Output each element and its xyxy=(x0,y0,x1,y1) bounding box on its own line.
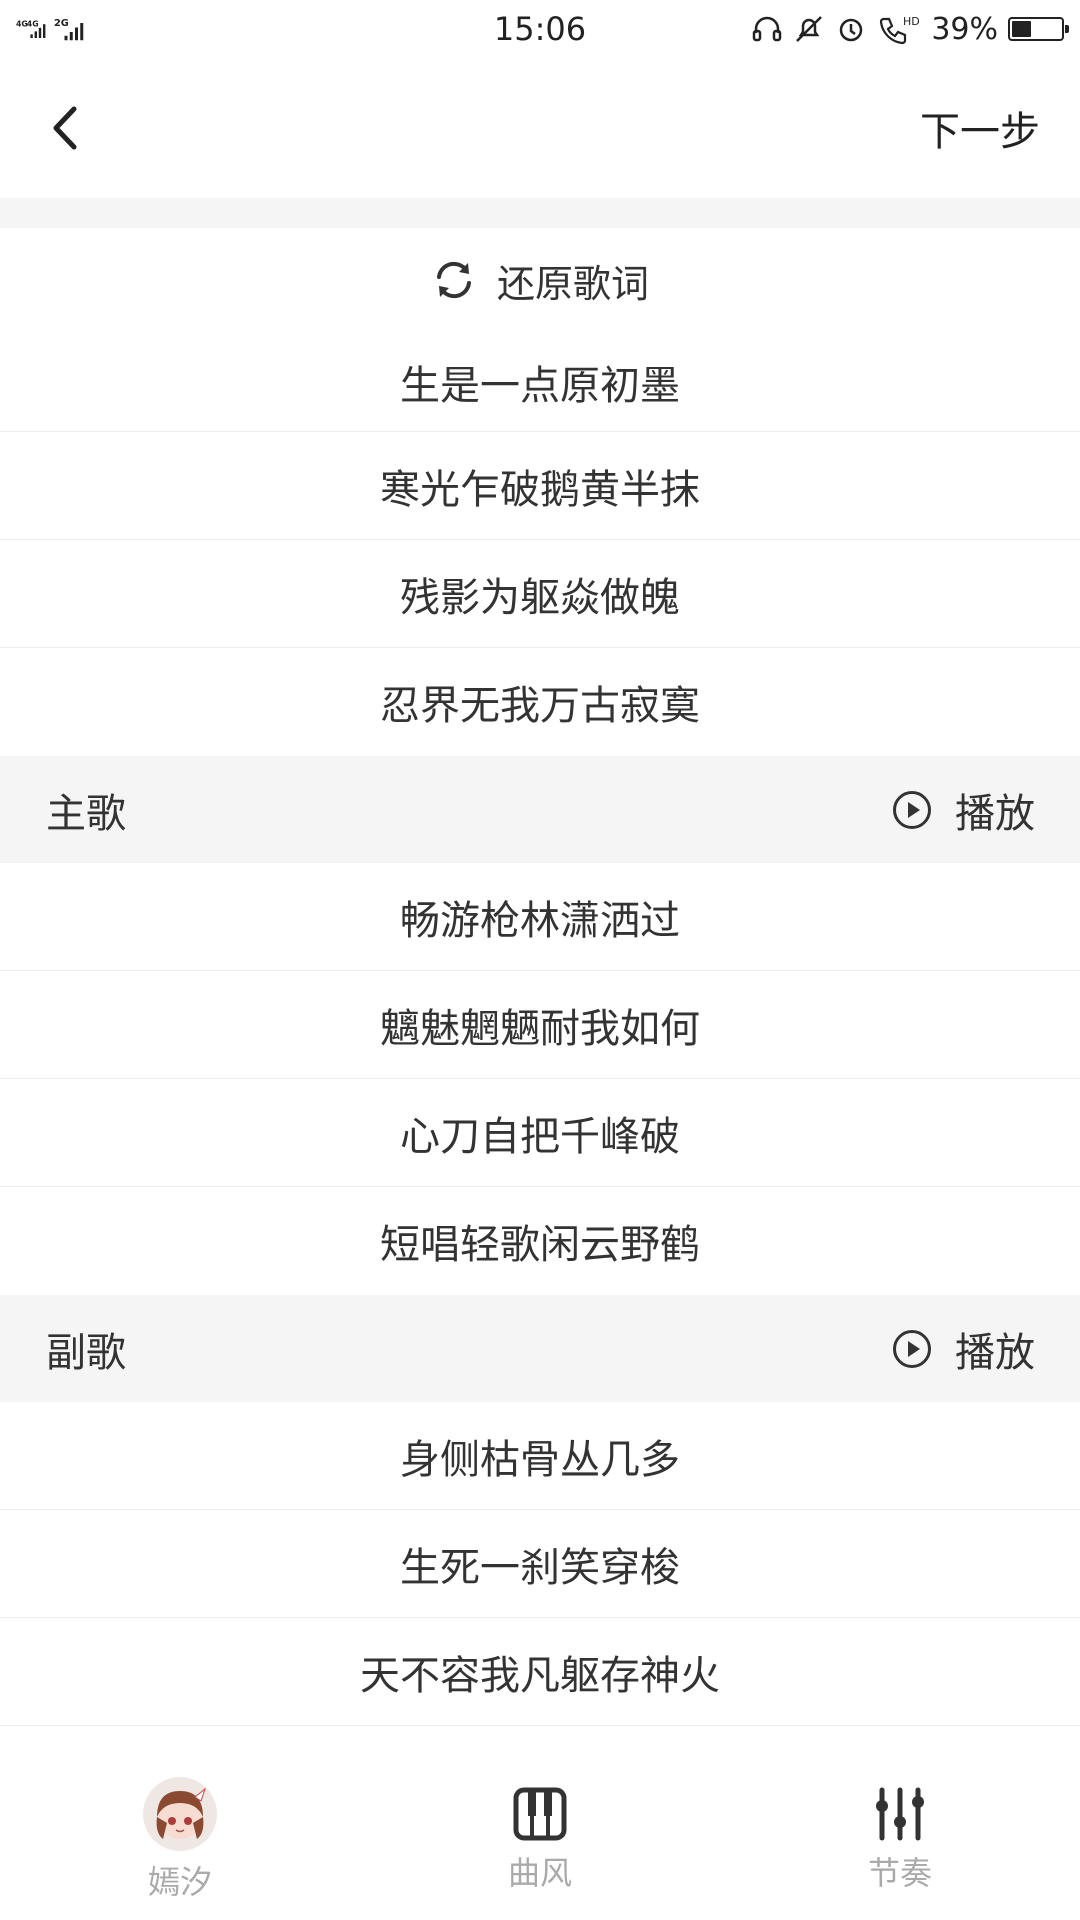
battery-icon xyxy=(1008,17,1069,41)
play-verse-button[interactable]: 播放 xyxy=(893,781,1035,839)
section-header-verse: 主歌 播放 xyxy=(0,756,1080,863)
play-label: 播放 xyxy=(955,1329,1035,1376)
lyric-line[interactable]: 魑魅魍魉耐我如何 xyxy=(0,971,1080,1079)
signal-group: 4G 4G 2G xyxy=(16,14,84,44)
avatar-icon xyxy=(143,1777,217,1851)
lyric-line[interactable]: 寒光乍破鹅黄半抹 xyxy=(0,432,1080,540)
piano-icon xyxy=(513,1787,567,1841)
play-circle-icon xyxy=(893,790,931,829)
lyric-line[interactable]: 畅游枪林潇洒过 xyxy=(0,863,1080,971)
section-title: 主歌 xyxy=(46,790,126,837)
signal-2g-icon: 2G xyxy=(54,18,84,41)
lyric-line[interactable]: 身侧枯骨丛几多 xyxy=(0,1402,1080,1510)
tab-label: 曲风 xyxy=(507,1854,572,1892)
play-label: 播放 xyxy=(955,790,1035,837)
section-title: 副歌 xyxy=(46,1329,126,1376)
battery-percent: 39% xyxy=(931,11,998,47)
hd-call-icon: HD xyxy=(880,15,920,45)
restore-lyrics-button[interactable]: 还原歌词 xyxy=(0,228,1080,332)
back-button[interactable] xyxy=(50,98,100,158)
svg-text:2G: 2G xyxy=(54,18,69,29)
alarm-icon xyxy=(840,18,863,42)
status-bar: 4G 4G 2G 15:06 HD 39% xyxy=(0,0,1080,58)
tab-rhythm[interactable]: 节奏 xyxy=(720,1760,1080,1920)
tab-style[interactable]: 曲风 xyxy=(360,1760,720,1920)
tab-label: 嫣汐 xyxy=(147,1863,212,1901)
play-circle-icon xyxy=(893,1329,931,1368)
divider-band xyxy=(0,198,1080,228)
lyric-line[interactable]: 短唱轻歌闲云野鹤 xyxy=(0,1187,1080,1295)
lyric-line[interactable]: 心刀自把千峰破 xyxy=(0,1079,1080,1187)
headphones-icon xyxy=(753,16,782,42)
lyric-line[interactable]: 天不容我凡躯存神火 xyxy=(0,1618,1080,1726)
refresh-icon xyxy=(436,261,471,299)
tab-singer[interactable]: 嫣汐 xyxy=(0,1760,360,1920)
mute-bell-icon xyxy=(796,16,823,42)
lyric-line[interactable]: 残影为躯焱做魄 xyxy=(0,540,1080,648)
bottom-tab-bar: 嫣汐 曲风 节奏 xyxy=(0,1760,1080,1920)
play-chorus-button[interactable]: 播放 xyxy=(893,1320,1035,1378)
next-step-button[interactable]: 下一步 xyxy=(920,99,1040,157)
svg-text:4G: 4G xyxy=(16,20,28,29)
lyrics-list: 还原歌词 生是一点原初墨 寒光乍破鹅黄半抹 残影为躯焱做魄 忍界无我万古寂寞 主… xyxy=(0,228,1080,1726)
status-icons: HD 39% xyxy=(751,11,1069,47)
svg-text:4G: 4G xyxy=(27,20,39,29)
lyric-line[interactable]: 生死一刹笑穿梭 xyxy=(0,1510,1080,1618)
sliders-icon xyxy=(876,1787,924,1841)
lyric-line[interactable]: 忍界无我万古寂寞 xyxy=(0,648,1080,756)
battery-fill xyxy=(1012,21,1031,37)
lyric-line[interactable]: 生是一点原初墨 xyxy=(0,332,1080,432)
chevron-left-icon xyxy=(53,106,77,150)
restore-lyrics-label: 还原歌词 xyxy=(496,261,649,306)
signal-4g-icon: 4G 4G xyxy=(16,20,46,38)
tab-label: 节奏 xyxy=(867,1854,932,1892)
section-header-chorus: 副歌 播放 xyxy=(0,1295,1080,1402)
top-nav: 下一步 xyxy=(0,58,1080,198)
svg-text:HD: HD xyxy=(903,15,920,28)
avatar-illustration xyxy=(156,1787,207,1839)
